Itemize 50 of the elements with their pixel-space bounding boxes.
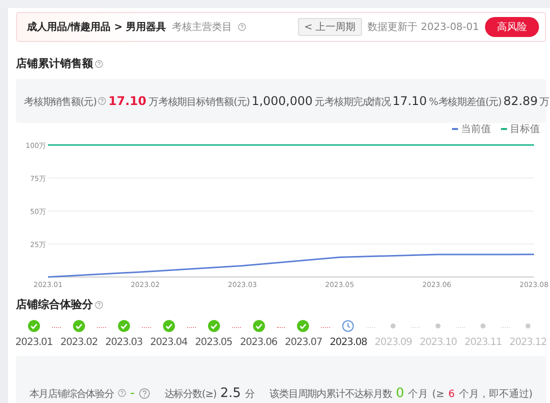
stat-label: 考核期销售额(元) [24,96,96,108]
legend-item[interactable]: 目标值 [501,123,540,135]
fail-months-unit: 个月 [408,388,428,401]
stat-label: 考核期差值(元) [438,96,502,108]
stat-unit: 元 [314,96,325,108]
stat-unit: 万 [540,96,550,108]
fail-rule-count: 6 [448,389,455,400]
update-date: 数据更新于 2023-08-01 [368,20,479,34]
score-label: 本月店铺综合体验分 [29,388,114,401]
help-icon[interactable] [95,60,103,68]
target-unit: 分 [244,388,255,401]
stat-value: 1,000,000 [252,94,313,108]
month-label: 2023.02 [60,337,98,348]
stat-label: 考核期完成情况 [324,96,390,108]
month-label: 2023.04 [150,337,188,348]
month-label: 2023.10 [420,337,457,348]
risk-badge[interactable]: 高风险 [485,17,539,37]
month-label: 2023.06 [240,337,278,348]
stat-label: 考核期目标销售额(元) [158,96,250,108]
category-path: 成人用品/情趣用品 > 男用器具 [27,20,166,34]
stat-value: 82.89 [503,94,538,108]
fail-rule-prefix: (≥ [432,389,444,400]
help-icon[interactable] [98,97,106,105]
fail-months-label: 该类目周期内累计不达标月数 [270,388,392,401]
month-label: 2023.01 [15,337,53,348]
help-icon[interactable] [95,300,103,308]
legend-item[interactable]: 当前值 [452,123,491,135]
fail-months-value: 0 [396,386,404,401]
month-label: 2023.03 [105,337,142,348]
month-label: 2023.08 [330,337,367,348]
target-label: 达标分数(≥) [164,388,216,401]
help-icon[interactable] [118,389,126,397]
month-label: 2023.12 [509,337,547,348]
month-label: 2023.09 [374,337,412,348]
target-value: 2.5 [220,386,241,401]
section-title: 店铺累计销售额 [16,56,93,71]
month-label: 2023.11 [464,337,502,348]
stat-unit: % [428,96,438,108]
section-title: 店铺综合体验分 [16,297,93,312]
previous-period-button[interactable]: < 上一周期 [298,18,362,36]
help-icon[interactable] [238,23,246,31]
fail-rule-suffix: 个月，即不通过) [458,388,533,401]
stat-value: 17.10 [392,94,427,108]
stat-unit: 万 [148,96,158,108]
stat-value: 17.10 [108,94,146,108]
category-note: 考核主营类目 [172,20,232,34]
month-label: 2023.07 [284,337,322,348]
month-label: 2023.05 [195,337,232,348]
score-value: - [130,386,135,401]
help-icon[interactable] [138,388,150,399]
